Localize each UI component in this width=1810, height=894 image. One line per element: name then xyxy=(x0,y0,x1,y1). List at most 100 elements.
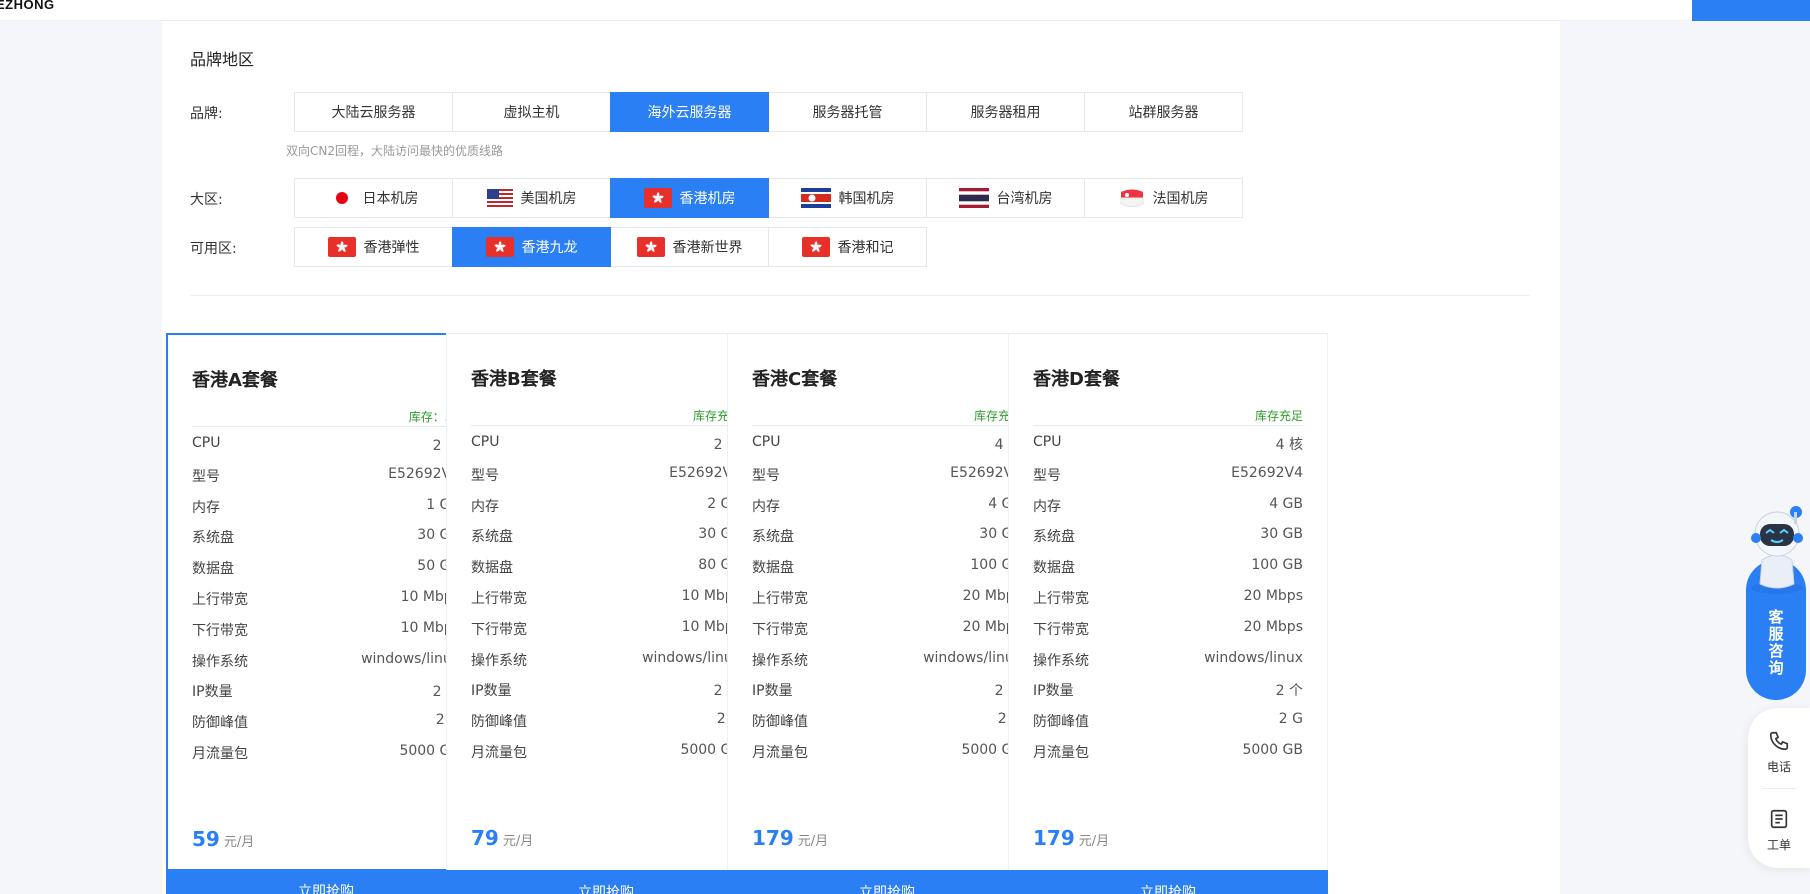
spec-label: 防御峰值 xyxy=(471,714,527,730)
zone-option[interactable]: 香港和记 xyxy=(768,227,927,267)
phone-tool[interactable]: 电话 xyxy=(1748,722,1810,782)
spec-label: CPU xyxy=(752,434,781,450)
spec-row: 内存 4 GB xyxy=(1033,496,1303,516)
spec-row: 下行带宽 10 Mbps xyxy=(471,619,741,639)
spec-label: IP数量 xyxy=(192,684,233,700)
korea-flag-icon xyxy=(800,188,831,208)
brand-option-label: 大陆云服务器 xyxy=(331,105,416,121)
spec-row: 数据盘 100 GB xyxy=(752,557,1022,577)
spec-row: 操作系统 windows/linux xyxy=(1033,650,1303,670)
spec-label: 下行带宽 xyxy=(1033,622,1089,638)
spec-row: 系统盘 30 GB xyxy=(471,526,741,546)
region-option[interactable]: 韩国机房 xyxy=(768,178,927,218)
ticket-tool[interactable]: 工单 xyxy=(1748,800,1810,860)
spec-row: 月流量包 5000 GB xyxy=(471,742,741,762)
spec-label: 下行带宽 xyxy=(471,622,527,638)
spec-label: 操作系统 xyxy=(752,653,808,669)
spec-row: 内存 1 GB xyxy=(192,497,460,517)
plan-card[interactable]: 香港A套餐库存：56CPU2 核型号E52692V4内存1 GB系统盘30 GB… xyxy=(166,333,486,894)
price-amount: 179 xyxy=(752,826,794,850)
region-option[interactable]: 日本机房 xyxy=(294,178,453,218)
brand-option[interactable]: 服务器托管 xyxy=(768,92,927,132)
spec-row: 系统盘 30 GB xyxy=(1033,526,1303,546)
spec-value: 20 Mbps xyxy=(1243,619,1303,635)
price-unit: 元/月 xyxy=(502,834,534,849)
plan-title: 香港B套餐 xyxy=(471,369,557,390)
hongkong-flag-icon xyxy=(327,237,356,257)
spec-label: 型号 xyxy=(192,469,220,485)
card-divider xyxy=(471,425,741,426)
zone-option[interactable]: 香港弹性 xyxy=(294,227,453,267)
buy-now-button[interactable]: 立即抢购 xyxy=(1008,870,1328,894)
spec-row: 数据盘 80 GB xyxy=(471,557,741,577)
price-amount: 59 xyxy=(192,827,220,851)
buy-now-button[interactable]: 立即抢购 xyxy=(446,870,766,894)
customer-service-widget[interactable]: 客服咨询 xyxy=(1744,500,1806,700)
zone-option[interactable]: 香港新世界 xyxy=(610,227,769,267)
spec-row: CPU 4 核 xyxy=(1033,434,1303,454)
plan-card[interactable]: 香港D套餐 库存充足 CPU 4 核型号 E52692V4 内存 4 GB 系统盘 30 GB 数… xyxy=(1008,333,1328,894)
japan-flag-icon xyxy=(328,189,355,207)
spec-row: 系统盘 30 GB xyxy=(192,527,460,547)
zone-option[interactable]: 香港九龙 xyxy=(452,227,611,267)
brand-option[interactable]: 服务器租用 xyxy=(926,92,1085,132)
brand-option-label: 虚拟主机 xyxy=(503,105,560,121)
region-option[interactable]: 法国机房 xyxy=(1084,178,1243,218)
spec-label: 系统盘 xyxy=(1033,529,1075,545)
spec-row: 内存 4 GB xyxy=(752,496,1022,516)
ticket-icon xyxy=(1770,809,1788,828)
top-bar: EZHONG xyxy=(0,0,1810,21)
buy-now-button[interactable]: 立即抢购 xyxy=(166,869,486,894)
region-option-label: 日本机房 xyxy=(362,191,419,207)
spec-row: 型号 E52692V4 xyxy=(1033,465,1303,485)
spec-row: 上行带宽 10 Mbps xyxy=(471,588,741,608)
brand-option-label: 海外云服务器 xyxy=(647,105,732,121)
buy-now-button[interactable]: 立即抢购 xyxy=(727,870,1047,894)
plan-title: 香港C套餐 xyxy=(752,369,838,390)
hongkong-flag-icon xyxy=(485,237,514,257)
spec-row: 数据盘 50 GB xyxy=(192,558,460,578)
price-unit: 元/月 xyxy=(797,834,829,849)
spec-label: 系统盘 xyxy=(752,529,794,545)
plan-price: 179 元/月 xyxy=(752,826,828,850)
site-logo[interactable]: EZHONG xyxy=(0,0,55,12)
usa-flag-icon xyxy=(486,189,513,207)
spec-row: IP数量2 个 xyxy=(192,681,460,701)
plan-title: 香港A套餐 xyxy=(192,370,278,391)
card-divider xyxy=(752,425,1022,426)
region-option[interactable]: 美国机房 xyxy=(452,178,611,218)
spec-label: 型号 xyxy=(752,468,780,484)
region-option-label: 台湾机房 xyxy=(996,191,1053,207)
region-option[interactable]: 台湾机房 xyxy=(926,178,1085,218)
spec-label: 数据盘 xyxy=(471,560,513,576)
section-divider xyxy=(190,295,1530,296)
price-unit: 元/月 xyxy=(1078,834,1110,849)
spec-row: IP数量2 个 xyxy=(471,680,741,700)
price-amount: 79 xyxy=(471,826,499,850)
spec-row: 下行带宽 20 Mbps xyxy=(1033,619,1303,639)
spec-row: 防御峰值2 G xyxy=(471,711,741,731)
region-option[interactable]: 香港机房 xyxy=(610,178,769,218)
spec-row: 数据盘 100 GB xyxy=(1033,557,1303,577)
price-amount: 179 xyxy=(1033,826,1075,850)
top-action-button[interactable] xyxy=(1692,0,1810,21)
zone-option-label: 香港新世界 xyxy=(672,240,743,256)
spec-label: 上行带宽 xyxy=(192,592,248,608)
spec-row: 操作系统 windows/linux xyxy=(471,650,741,670)
spec-label: IP数量 xyxy=(1033,683,1074,699)
brand-option[interactable]: 大陆云服务器 xyxy=(294,92,453,132)
spec-row: 防御峰值2 G xyxy=(752,711,1022,731)
spec-row: 上行带宽 20 Mbps xyxy=(752,588,1022,608)
plan-card[interactable]: 香港B套餐库存充足CPU2 核型号E52692V4内存2 GB系统盘30 GB数… xyxy=(446,333,766,894)
spec-label: 防御峰值 xyxy=(192,715,248,731)
brand-option-label: 站群服务器 xyxy=(1128,105,1199,121)
brand-option[interactable]: 站群服务器 xyxy=(1084,92,1243,132)
spec-label: 下行带宽 xyxy=(752,622,808,638)
brand-option[interactable]: 海外云服务器 xyxy=(610,92,769,132)
hongkong-flag-icon xyxy=(801,237,830,257)
brand-option[interactable]: 虚拟主机 xyxy=(452,92,611,132)
zone-option-label: 香港九龙 xyxy=(521,240,578,256)
spec-label: 内存 xyxy=(1033,499,1061,515)
plan-card[interactable]: 香港C套餐库存充足CPU4 核型号E52692V4内存4 GB系统盘30 GB数… xyxy=(727,333,1047,894)
brand-options: 大陆云服务器 虚拟主机 海外云服务器 服务器托管 服务器租用 站群服务器 xyxy=(294,92,1243,132)
